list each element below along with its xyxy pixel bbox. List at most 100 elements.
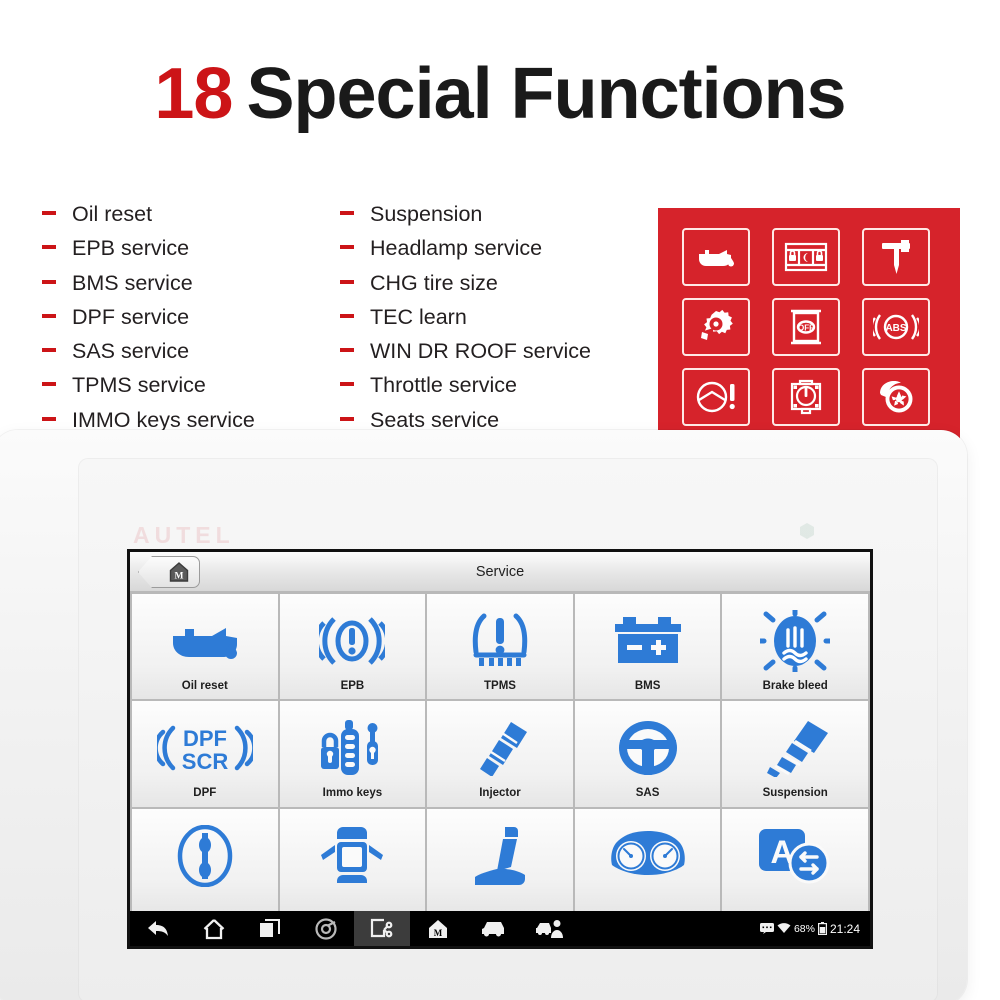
service-tile-label: Immo keys [322,787,383,800]
service-tile-label: BMS [634,680,661,692]
bullet-dash-icon [340,279,354,284]
wifi-icon [777,923,791,933]
page-title-number: 18 [154,54,233,134]
feature-item-label: Headlamp service [370,236,543,261]
feature-item-label: CHG tire size [370,270,498,295]
feature-item-label: TEC learn [370,304,467,329]
feature-item-label: Suspension [370,202,483,226]
car-seat-icon [471,821,529,891]
service-tile-lang-change[interactable]: A Lang change [722,808,868,914]
feature-item: TEC learn [340,305,670,339]
bullet-dash-icon [42,313,56,318]
bullet-dash-icon [340,313,354,318]
screen-title: Service [475,563,525,580]
service-tile-injector[interactable]: Injector [427,701,573,807]
feature-item: WIN DR ROOF service [340,339,670,373]
brake-bleed-icon [760,606,831,676]
oil-can-icon [169,606,241,676]
dpf-filter-off-icon: OFF [772,298,840,356]
screen-header: M Service [130,552,870,592]
bullet-dash-icon [42,211,56,215]
battery-icon [817,922,827,935]
feature-item: SAS service [42,339,342,373]
back-home-button[interactable]: M [138,556,200,588]
bullet-dash-icon [340,416,354,421]
shock-absorber-icon [758,713,832,783]
service-tile-oil-reset[interactable]: Oil reset [132,594,278,700]
feature-item: Oil reset [42,202,342,236]
feature-item-label: Oil reset [72,202,153,226]
feature-item: Headlamp service [340,236,670,270]
service-tile-label: Suspension [762,787,828,800]
home-m-icon[interactable]: M [410,911,466,946]
svg-text:M: M [434,928,443,938]
bullet-dash-icon [340,211,354,215]
service-tile-tpms[interactable]: TPMS [427,594,573,700]
service-tile-tec-learn[interactable]: TEC learn [132,808,278,914]
svg-text:SCR: SCR [182,749,229,774]
feature-item-label: EPB service [72,236,190,261]
service-tile-label: Oil reset [181,680,228,692]
status-area: 68% 21:24 [759,922,870,936]
screenshot-icon[interactable] [354,911,410,946]
message-icon [759,923,774,934]
steering-wheel-warning-icon [682,368,750,426]
car-sunroof-icon [319,821,385,891]
steering-wheel-icon [616,713,680,783]
back-icon[interactable] [130,911,186,946]
abs-icon: ABS [862,298,930,356]
tire-tec-icon [175,821,235,891]
svg-text:M: M [175,572,184,582]
car-icon[interactable] [466,911,522,946]
service-tile-seats[interactable]: Seats [427,808,573,914]
service-tile-sas[interactable]: SAS [574,701,721,807]
immo-key-lock-icon [319,713,385,783]
gear-icon [682,298,750,356]
bullet-dash-icon [42,416,56,421]
feature-item: Throttle service [340,373,670,407]
feature-item-label: Throttle service [370,373,517,398]
oil-can-icon [682,228,750,286]
svg-text:DPF: DPF [183,726,227,751]
service-tile-label: EPB [340,680,365,692]
service-tile-grid: Oil reset EPB TPMS BMS Brake bleed DPF S… [130,592,870,914]
service-tile-suspension[interactable]: Suspension [722,701,868,807]
bullet-dash-icon [340,348,354,353]
service-tile-label: TPMS [484,680,516,692]
service-tile-bms[interactable]: BMS [574,594,721,700]
service-tile-label: SAS [635,787,660,800]
feature-item-label: SAS service [72,339,190,364]
feature-item-label: BMS service [72,270,193,295]
service-tile-win-dr-roof[interactable]: WIN DR ROOF [279,808,426,914]
tablet-screen: M Service Oil reset EPB TPMS BMS Brake b… [127,549,873,949]
feature-item: TPMS service [42,373,342,407]
service-tile-brake-bleed[interactable]: Brake bleed [722,594,868,700]
service-tile-label: DPF [193,787,217,800]
android-navbar: M 68% 21:24 [130,911,870,946]
autel-logo: AUTEL [133,522,235,548]
feature-item: BMS service [42,271,342,305]
tpms-warning-icon [469,606,531,676]
service-tile-label: Brake bleed [762,680,828,692]
bullet-dash-icon [42,279,56,284]
service-tile-odometer[interactable]: Odometer [574,808,721,914]
home-m-icon: M [169,562,189,582]
page-title: 18 Special Functions [0,58,1000,130]
epb-brake-icon [319,606,386,676]
feature-item: DPF service [42,305,342,339]
service-tile-epb[interactable]: EPB [279,594,426,700]
home-icon[interactable] [186,911,242,946]
feature-item: Suspension [340,202,670,236]
service-tile-immo-keys[interactable]: Immo keys [279,701,426,807]
module-camera-icon [772,368,840,426]
wheel-tire-icon [862,368,930,426]
service-tile-dpf[interactable]: DPF SCR DPF [132,701,278,807]
svg-text:ABS: ABS [885,323,906,334]
poster-root: 18 Special Functions Oil reset EPB service… [0,0,1000,1000]
chrome-icon[interactable] [298,911,354,946]
svg-text:OFF: OFF [798,324,814,333]
page-title-text: Special Functions [246,54,846,134]
car-support-icon[interactable] [522,911,578,946]
bullet-dash-icon [42,382,56,387]
recents-icon[interactable] [242,911,298,946]
